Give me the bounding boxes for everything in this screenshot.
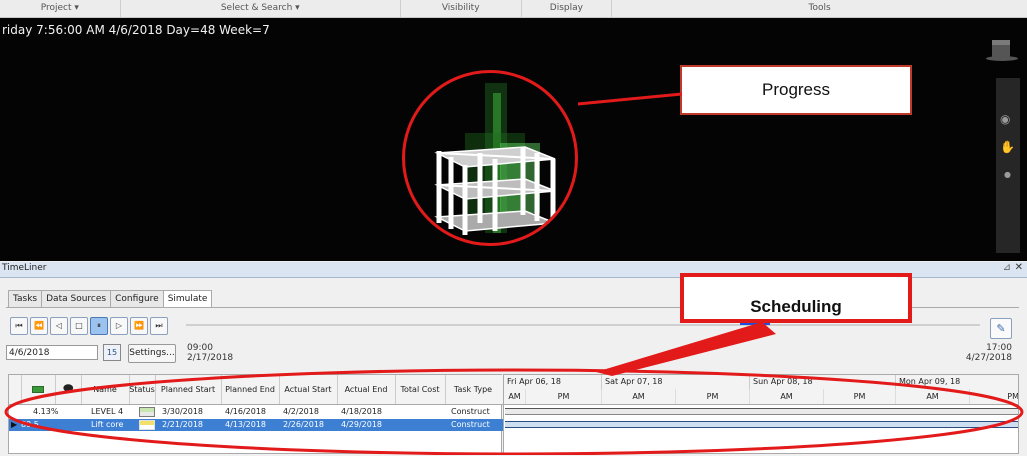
timeliner-tabs: Tasks Data Sources Configure Simulate [8,290,213,308]
column-header-active[interactable] [21,375,56,404]
go-to-end-button[interactable]: ⏭ [150,317,168,335]
ribbon-group-select-search[interactable]: Select & Search ▾ [121,0,401,17]
column-header-name[interactable]: Name [81,375,130,404]
active-column-icon [32,386,44,393]
column-header-comment[interactable]: 🗩 [55,375,82,404]
table-row-selected[interactable]: ▶ 89.5 Lift core 2/21/2018 4/13/2018 2/2… [9,419,503,431]
gantt-day: Mon Apr 09, 18 [899,377,961,386]
steering-wheel-icon[interactable]: ◉ [1000,112,1010,126]
close-icon[interactable]: ✕ [1015,262,1023,273]
row-name[interactable]: Lift core [89,419,123,431]
gantt-half: AM [750,389,824,404]
row-planned-start[interactable]: 2/21/2018 [160,419,203,431]
scheduling-callout-label: Scheduling [750,297,842,316]
row-planned-end[interactable]: 4/13/2018 [223,419,266,431]
ribbon-group-visibility[interactable]: Visibility [401,0,522,17]
ribbon-group-tools[interactable]: Tools [612,0,1027,17]
gantt-day: Sat Apr 07, 18 [602,375,750,389]
gantt-bar-lift-core[interactable] [505,421,1018,428]
current-date-field[interactable]: 4/6/2018 [6,345,98,360]
play-button[interactable]: ▷ [110,317,128,335]
gantt-half: PM [824,389,896,404]
step-forward-button[interactable]: ⏩ [130,317,148,335]
table-row[interactable]: 4.13% LEVEL 4 3/30/2018 4/16/2018 4/2/20… [9,406,503,418]
edit-simulation-icon[interactable]: ✎ [990,318,1012,339]
scheduling-callout: Scheduling [680,273,912,323]
stop-button[interactable]: □ [70,317,88,335]
orbit-dot-icon[interactable]: ● [1004,170,1011,179]
row-name[interactable]: LEVEL 4 [89,406,123,418]
tab-tasks[interactable]: Tasks [8,290,43,307]
status-icon [137,406,155,418]
progress-highlight-circle [402,70,578,246]
simulation-slider-track[interactable] [186,324,980,326]
column-header-total-cost[interactable]: Total Cost [395,375,446,404]
task-grid: 🗩 Name Status Planned Start Planned End … [8,374,503,454]
tab-data-sources[interactable]: Data Sources [41,290,112,307]
timeliner-title: TimeLiner [2,263,47,273]
start-date: 2/17/2018 [187,353,234,363]
calendar-icon[interactable]: 15 [103,344,121,361]
3d-viewport[interactable]: riday 7:56:00 AM 4/6/2018 Day=48 Week=7 … [0,18,1027,261]
row-total-cost[interactable] [397,419,399,431]
gantt-halfday-header: AM PM AM PM AM PM AM PM [504,389,1019,405]
pause-button[interactable]: ⏸ [90,317,108,335]
column-header-planned-end[interactable]: Planned End [221,375,280,404]
end-date: 4/27/2018 [965,353,1012,363]
playback-controls: ⏮ ⏪ ◁ □ ⏸ ▷ ⏩ ⏭ [10,317,170,335]
row-total-cost[interactable] [397,406,399,418]
task-grid-header: 🗩 Name Status Planned Start Planned End … [9,375,503,405]
gantt-half: AM [896,389,970,404]
row-actual-start[interactable]: 4/2/2018 [281,406,319,418]
viewcube-base [986,56,1018,61]
row-planned-end[interactable]: 4/16/2018 [223,406,266,418]
row-actual-start[interactable]: 2/26/2018 [281,419,324,431]
gantt-day-header: Fri Apr 06, 18 Sat Apr 07, 18 Sun Apr 08… [504,375,1018,390]
row-actual-end[interactable]: 4/29/2018 [339,419,382,431]
gantt-day: Fri Apr 06, 18 [504,375,602,389]
tab-simulate[interactable]: Simulate [162,290,213,308]
row-percent: 89.5 [21,420,39,429]
gantt-chart[interactable]: Fri Apr 06, 18 Sat Apr 07, 18 Sun Apr 08… [503,374,1019,454]
tab-configure[interactable]: Configure [110,290,164,307]
progress-callout-label: Progress [761,80,831,99]
status-icon [137,419,155,431]
column-header-status[interactable]: Status [129,375,156,404]
row-planned-start[interactable]: 3/30/2018 [160,406,203,418]
ribbon-bar: Project ▾ Select & Search ▾ Visibility D… [0,0,1027,18]
end-time: 17:00 [986,343,1012,353]
building-model [434,83,556,235]
gantt-day: Sun Apr 08, 18 [750,375,896,389]
gantt-half: PM [676,389,750,404]
row-percent: 4.13% [33,407,59,416]
column-header-actual-end[interactable]: Actual End [337,375,396,404]
gantt-half: PM [1007,392,1019,401]
pan-hand-icon[interactable]: ✋ [1000,140,1015,154]
gantt-bar-level-4[interactable] [505,408,1018,415]
column-header-actual-start[interactable]: Actual Start [279,375,338,404]
column-header-task-type[interactable]: Task Type [445,375,501,404]
simulation-status-text: riday 7:56:00 AM 4/6/2018 Day=48 Week=7 [2,23,270,37]
gantt-half: AM [504,389,526,404]
simulation-start: 09:00 2/17/2018 [187,343,233,363]
start-time: 09:00 [187,343,213,353]
column-header-planned-start[interactable]: Planned Start [155,375,222,404]
play-reverse-button[interactable]: ◁ [50,317,68,335]
settings-button[interactable]: Settings... [128,344,176,363]
gantt-half: AM [602,389,676,404]
step-back-button[interactable]: ⏪ [30,317,48,335]
gantt-half: PM [526,389,602,404]
ribbon-group-project[interactable]: Project ▾ [0,0,121,17]
simulation-end: 17:00 4/27/2018 [948,343,1012,363]
row-pointer-icon: ▶ [11,420,18,429]
go-to-start-button[interactable]: ⏮ [10,317,28,335]
ribbon-group-display[interactable]: Display [522,0,613,17]
pin-icon[interactable]: ⊿ [1003,262,1011,273]
progress-callout: Progress [680,65,912,115]
comment-icon: 🗩 [62,384,74,395]
row-task-type[interactable]: Construct [449,419,490,431]
row-task-type[interactable]: Construct [449,406,490,418]
navigation-bar: ◉ ✋ ● [996,78,1020,253]
row-actual-end[interactable]: 4/18/2018 [339,406,382,418]
